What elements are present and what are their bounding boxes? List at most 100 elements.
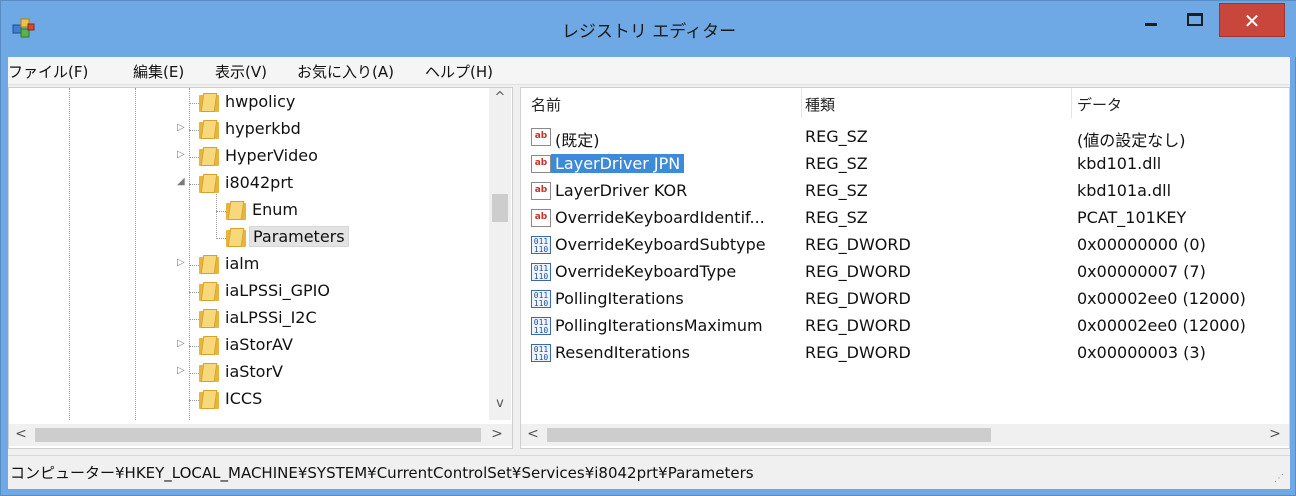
tree-node-label: HyperVideo: [225, 146, 318, 165]
value-row[interactable]: 011 110 OverrideKeyboardSubtype REG_DWORD 0x…: [521, 232, 1281, 258]
tree-node[interactable]: ▷ iaStorV: [9, 360, 479, 386]
tree-node[interactable]: iaLPSSi_I2C: [9, 306, 479, 332]
tree-node[interactable]: ◢ i8042prt: [9, 171, 479, 197]
tree-node[interactable]: ▷ HyperVideo: [9, 144, 479, 170]
value-data: kbd101a.dll: [1077, 181, 1172, 200]
folder-icon: [199, 255, 221, 274]
binary-value-icon: 011 110: [531, 263, 551, 281]
tree-node-label: iaStorAV: [225, 335, 293, 354]
value-name: LayerDriver KOR: [555, 181, 688, 200]
window-title: レジストリ エディター: [561, 22, 737, 42]
tree-node[interactable]: ▷ hyperkbd: [9, 117, 479, 143]
column-header-data[interactable]: データ: [1077, 94, 1122, 115]
tree-node-label: ialm: [225, 254, 260, 273]
value-row[interactable]: ab OverrideKeyboardIdentif... REG_SZ PCAT_1…: [521, 205, 1281, 231]
tree-node-label: Parameters: [249, 226, 349, 247]
string-value-icon: ab: [531, 128, 551, 146]
tree-node[interactable]: ICCS: [9, 387, 479, 413]
value-row[interactable]: 011 110 PollingIterationsMaximum REG_DWORD 0…: [521, 313, 1281, 339]
tree-node[interactable]: Enum: [9, 198, 479, 224]
value-type: REG_SZ: [805, 208, 868, 227]
tree-node-label: iaLPSSi_GPIO: [225, 281, 330, 300]
value-type: REG_DWORD: [805, 235, 911, 254]
expand-arrow-icon[interactable]: ▷: [177, 149, 187, 160]
value-type: REG_DWORD: [805, 316, 911, 335]
scroll-left-icon[interactable]: <: [11, 426, 31, 444]
expand-arrow-icon[interactable]: ▷: [177, 122, 187, 133]
string-value-icon: ab: [531, 155, 551, 173]
folder-icon: [199, 93, 221, 112]
string-value-icon: ab: [531, 209, 551, 227]
folder-icon: [199, 282, 221, 301]
value-data: kbd101.dll: [1077, 154, 1162, 173]
tree-node-label: ICCS: [225, 389, 263, 408]
tree-node[interactable]: ▷ ialm: [9, 252, 479, 278]
registry-editor-window: レジストリ エディター ✕ ファイル(F) 編集(E) 表示(V) お気に入り(…: [0, 0, 1296, 496]
folder-icon: [226, 228, 248, 247]
value-row[interactable]: ab LayerDriver KOR REG_SZ kbd101a.dll: [521, 178, 1281, 204]
scroll-down-icon[interactable]: v: [489, 396, 511, 416]
folder-icon: [199, 174, 221, 193]
values-list-pane[interactable]: 名前 種類 データ ab (既定) REG_SZ (値の設定なし) ab LayerDri…: [520, 87, 1290, 449]
tree-horizontal-scrollbar[interactable]: < >: [9, 424, 512, 446]
value-row[interactable]: 011 110 OverrideKeyboardType REG_DWORD 0x000…: [521, 259, 1281, 285]
tree-node[interactable]: hwpolicy: [9, 90, 479, 116]
scroll-up-icon[interactable]: ^: [489, 90, 511, 110]
minimize-button[interactable]: [1129, 3, 1173, 37]
scroll-thumb[interactable]: [35, 428, 481, 442]
status-bar: コンピューター¥HKEY_LOCAL_MACHINE¥SYSTEM¥Curren…: [8, 455, 1290, 489]
collapse-arrow-icon[interactable]: ◢: [177, 176, 187, 187]
value-type: REG_SZ: [805, 181, 868, 200]
scroll-thumb[interactable]: [547, 428, 991, 442]
binary-value-icon: 011 110: [531, 236, 551, 254]
menu-edit[interactable]: 編集(E): [133, 61, 184, 82]
binary-value-icon: 011 110: [531, 317, 551, 335]
folder-icon: [199, 147, 221, 166]
value-type: REG_DWORD: [805, 289, 911, 308]
expand-arrow-icon[interactable]: ▷: [177, 365, 187, 376]
value-row[interactable]: ab LayerDriver JPN REG_SZ kbd101.dll: [521, 151, 1281, 177]
value-type: REG_DWORD: [805, 343, 911, 362]
column-header-type[interactable]: 種類: [805, 94, 835, 115]
menu-help[interactable]: ヘルプ(H): [425, 61, 493, 82]
folder-icon: [199, 309, 221, 328]
folder-icon: [199, 390, 221, 409]
string-value-icon: ab: [531, 182, 551, 200]
maximize-button[interactable]: [1173, 3, 1217, 37]
column-separator[interactable]: [801, 88, 802, 118]
value-name: PollingIterations: [555, 289, 684, 308]
tree-node-label: iaStorV: [225, 362, 283, 381]
expand-arrow-icon[interactable]: ▷: [177, 257, 187, 268]
menu-file[interactable]: ファイル(F): [8, 61, 88, 82]
folder-icon: [199, 363, 221, 382]
tree-vertical-scrollbar[interactable]: ^ v: [489, 88, 511, 420]
column-separator[interactable]: [1071, 88, 1072, 118]
value-data: 0x00002ee0 (12000): [1077, 289, 1246, 308]
menu-view[interactable]: 表示(V): [215, 61, 267, 82]
menu-favorites[interactable]: お気に入り(A): [297, 61, 394, 82]
scroll-right-icon[interactable]: >: [487, 426, 507, 444]
tree-node[interactable]: ▷ iaStorAV: [9, 333, 479, 359]
value-data: PCAT_101KEY: [1077, 208, 1187, 227]
tree-node-label: iaLPSSi_I2C: [225, 308, 317, 327]
status-path: コンピューター¥HKEY_LOCAL_MACHINE¥SYSTEM¥Curren…: [10, 464, 754, 482]
tree-node-label: Enum: [252, 200, 298, 219]
title-bar[interactable]: レジストリ エディター ✕: [1, 1, 1296, 57]
value-row[interactable]: 011 110 PollingIterations REG_DWORD 0x00002e…: [521, 286, 1281, 312]
column-header-name[interactable]: 名前: [531, 94, 561, 115]
list-horizontal-scrollbar[interactable]: < >: [521, 424, 1289, 446]
value-data: 0x00000000 (0): [1077, 235, 1206, 254]
resize-grip-icon[interactable]: ⋰: [1274, 473, 1286, 485]
expand-arrow-icon[interactable]: ▷: [177, 338, 187, 349]
client-area: ファイル(F) 編集(E) 表示(V) お気に入り(A) ヘルプ(H) hwpo…: [8, 57, 1290, 489]
scroll-right-icon[interactable]: >: [1265, 426, 1285, 444]
scroll-thumb[interactable]: [492, 194, 508, 222]
close-button[interactable]: ✕: [1219, 3, 1285, 37]
tree-node[interactable]: Parameters: [9, 225, 479, 251]
value-data: 0x00000007 (7): [1077, 262, 1206, 281]
scroll-left-icon[interactable]: <: [523, 426, 543, 444]
tree-node[interactable]: iaLPSSi_GPIO: [9, 279, 479, 305]
value-row[interactable]: 011 110 ResendIterations REG_DWORD 0x0000000…: [521, 340, 1281, 366]
key-tree-pane[interactable]: hwpolicy ▷ hyperkbd ▷ HyperVideo ◢ i8042prt Enu…: [8, 87, 513, 449]
value-row[interactable]: ab (既定) REG_SZ (値の設定なし): [521, 124, 1281, 150]
